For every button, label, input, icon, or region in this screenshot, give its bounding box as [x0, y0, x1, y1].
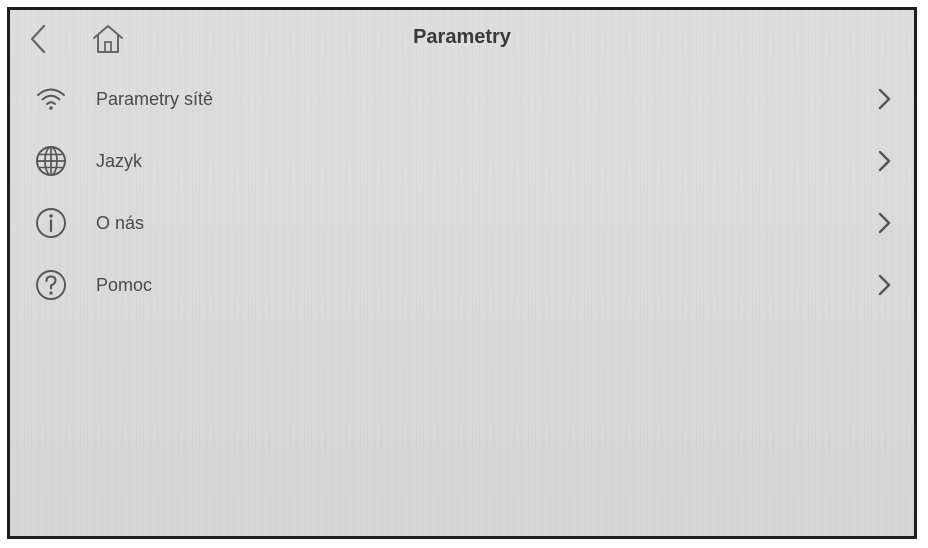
header-bar: Parametry — [10, 10, 914, 68]
chevron-right-icon — [874, 273, 894, 297]
page-title: Parametry — [413, 26, 511, 48]
menu-item-network[interactable]: Parametry sítě — [10, 68, 914, 130]
menu-item-about[interactable]: O nás — [10, 192, 914, 254]
screen-frame: Parametry Parametry sítě Jazyk O nás Pom… — [7, 7, 917, 539]
info-icon — [34, 206, 68, 240]
wifi-icon — [34, 82, 68, 116]
help-icon — [34, 268, 68, 302]
chevron-right-icon — [874, 211, 894, 235]
menu-item-label: Pomoc — [96, 274, 153, 295]
chevron-right-icon — [874, 87, 894, 111]
menu-item-language[interactable]: Jazyk — [10, 130, 914, 192]
menu-item-label: O nás — [96, 212, 145, 233]
globe-icon — [34, 144, 68, 178]
settings-menu: Parametry sítě Jazyk O nás Pomoc — [10, 68, 914, 316]
menu-item-help[interactable]: Pomoc — [10, 254, 914, 316]
menu-item-label: Jazyk — [96, 150, 143, 171]
chevron-right-icon — [874, 149, 894, 173]
menu-item-label: Parametry sítě — [96, 88, 214, 109]
